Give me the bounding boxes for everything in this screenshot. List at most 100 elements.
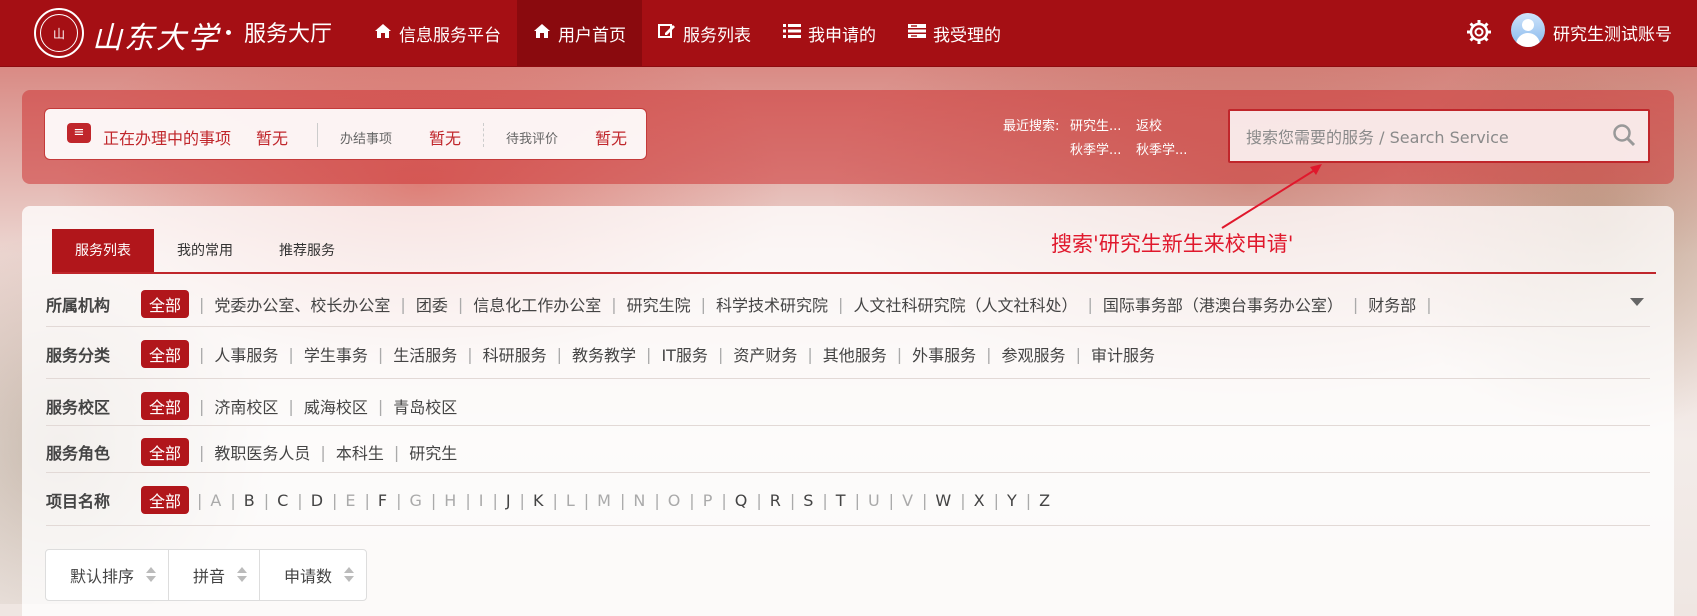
filter-separator: | xyxy=(400,294,406,314)
letter-option[interactable]: S xyxy=(803,491,813,510)
filter-separator: | xyxy=(583,490,590,510)
filter-option[interactable]: 资产财务 xyxy=(733,342,797,366)
filter-separator: | xyxy=(288,396,294,416)
filter-separator: | xyxy=(199,294,205,314)
filter-option[interactable]: 学生事务 xyxy=(304,342,368,366)
letter-option[interactable]: O xyxy=(668,491,681,510)
filter-option[interactable]: 生活服务 xyxy=(393,342,457,366)
filter-option[interactable]: 青岛校区 xyxy=(393,394,457,418)
filter-row-org: 所属机构 全部 | 党委办公室、校长办公室 | 团委 | 信息化工作办公室 | … xyxy=(46,290,1442,318)
letter-option[interactable]: R xyxy=(770,491,781,510)
filter-option[interactable]: 威海校区 xyxy=(304,394,368,418)
sort-applications[interactable]: 申请数 xyxy=(260,550,366,600)
letter-option[interactable]: E xyxy=(345,491,355,510)
filter-separator: | xyxy=(465,490,471,510)
letter-option[interactable]: V xyxy=(902,491,913,510)
tab-recommended[interactable]: 推荐服务 xyxy=(256,229,358,273)
filter-option[interactable]: IT服务 xyxy=(661,342,708,366)
filter-separator: | xyxy=(1426,294,1432,314)
filter-all-chip[interactable]: 全部 xyxy=(141,392,190,420)
filter-separator: | xyxy=(838,294,844,314)
filter-separator: | xyxy=(199,396,205,416)
filter-option[interactable]: 团委 xyxy=(416,292,448,316)
sort-bar: 默认排序 拼音 申请数 xyxy=(45,549,368,601)
row-divider xyxy=(46,378,1650,379)
filter-separator: | xyxy=(611,294,617,314)
filter-separator: | xyxy=(822,490,828,510)
filter-option[interactable]: 教职医务人员 xyxy=(214,440,310,464)
filter-separator: | xyxy=(197,490,203,510)
filter-option[interactable]: 审计服务 xyxy=(1091,342,1155,366)
filter-separator: | xyxy=(230,490,236,510)
filter-option[interactable]: 外事服务 xyxy=(912,342,976,366)
sort-default[interactable]: 默认排序 xyxy=(46,550,170,600)
filter-separator: | xyxy=(986,344,992,364)
sort-pinyin[interactable]: 拼音 xyxy=(169,550,261,600)
filter-separator: | xyxy=(993,490,999,510)
filter-separator: | xyxy=(364,490,370,510)
filter-option[interactable]: 教务教学 xyxy=(572,342,636,366)
filter-all-chip[interactable]: 全部 xyxy=(141,340,190,368)
filter-option[interactable]: 党委办公室、校长办公室 xyxy=(214,292,390,316)
letter-option[interactable]: U xyxy=(868,491,880,510)
filter-row-category: 服务分类 全部 | 人事服务 | 学生事务 | 生活服务 | 科研服务 | 教务… xyxy=(46,340,1155,368)
letter-option[interactable]: C xyxy=(277,491,288,510)
letter-option[interactable]: L xyxy=(566,491,575,510)
expand-filter-chevron-down-icon[interactable] xyxy=(1630,298,1644,306)
filter-option[interactable]: 财务部 xyxy=(1368,292,1416,316)
tab-my-favorites[interactable]: 我的常用 xyxy=(154,229,256,273)
filter-separator: | xyxy=(467,344,473,364)
filter-all-chip[interactable]: 全部 xyxy=(141,486,190,514)
filter-option[interactable]: 参观服务 xyxy=(1002,342,1066,366)
filter-option[interactable]: 其他服务 xyxy=(823,342,887,366)
letter-option[interactable]: T xyxy=(836,491,846,510)
letter-option[interactable]: H xyxy=(444,491,456,510)
filter-option[interactable]: 科学技术研究院 xyxy=(716,292,828,316)
letter-option[interactable]: D xyxy=(311,491,323,510)
filter-separator: | xyxy=(492,490,498,510)
letter-option[interactable]: B xyxy=(244,491,255,510)
filter-separator: | xyxy=(1087,294,1093,314)
tab-service-list[interactable]: 服务列表 xyxy=(52,229,154,273)
letter-option[interactable]: A xyxy=(210,491,221,510)
letter-option[interactable]: Y xyxy=(1007,491,1017,510)
filter-separator: | xyxy=(263,490,270,510)
filter-separator: | xyxy=(619,490,626,510)
filter-label: 服务校区 xyxy=(46,398,111,417)
filter-row-campus: 服务校区 全部 | 济南校区 | 威海校区 | 青岛校区 xyxy=(46,392,457,420)
letter-option[interactable]: F xyxy=(378,491,387,510)
filter-option[interactable]: 研究生 xyxy=(409,440,457,464)
filter-separator: | xyxy=(377,396,384,416)
filter-option[interactable]: 济南校区 xyxy=(214,394,278,418)
filter-option[interactable]: 研究生院 xyxy=(627,292,691,316)
filter-separator: | xyxy=(922,490,928,510)
filter-option[interactable]: 国际事务部（港澳台事务办公室） xyxy=(1103,292,1343,316)
letter-option[interactable]: J xyxy=(506,491,511,510)
filter-all-chip[interactable]: 全部 xyxy=(141,290,190,318)
letter-option[interactable]: N xyxy=(633,491,645,510)
filter-separator: | xyxy=(556,344,563,364)
filter-separator: | xyxy=(199,344,205,364)
filter-option[interactable]: 人文社科研究院（人文社科处） xyxy=(853,292,1077,316)
filter-option[interactable]: 信息化工作办公室 xyxy=(473,292,601,316)
filter-option[interactable]: 科研服务 xyxy=(483,342,547,366)
filter-option[interactable]: 本科生 xyxy=(336,440,384,464)
letter-option[interactable]: M xyxy=(597,491,611,510)
letter-option[interactable]: G xyxy=(410,491,422,510)
filter-separator: | xyxy=(646,344,652,364)
letter-option[interactable]: I xyxy=(479,491,484,510)
filter-separator: | xyxy=(654,490,660,510)
filter-separator: | xyxy=(332,490,338,510)
filter-separator: | xyxy=(320,442,326,462)
letter-option[interactable]: W xyxy=(935,491,951,510)
letter-option[interactable]: K xyxy=(533,491,544,510)
letter-option[interactable]: Q xyxy=(735,491,748,510)
filter-option[interactable]: 人事服务 xyxy=(214,342,278,366)
letter-option[interactable]: P xyxy=(703,491,713,510)
letter-option[interactable]: X xyxy=(974,491,985,510)
letter-option[interactable]: Z xyxy=(1039,491,1050,510)
filter-label: 所属机构 xyxy=(46,296,111,315)
filter-separator: | xyxy=(396,490,402,510)
filter-label: 服务角色 xyxy=(46,444,111,463)
filter-all-chip[interactable]: 全部 xyxy=(141,438,190,466)
